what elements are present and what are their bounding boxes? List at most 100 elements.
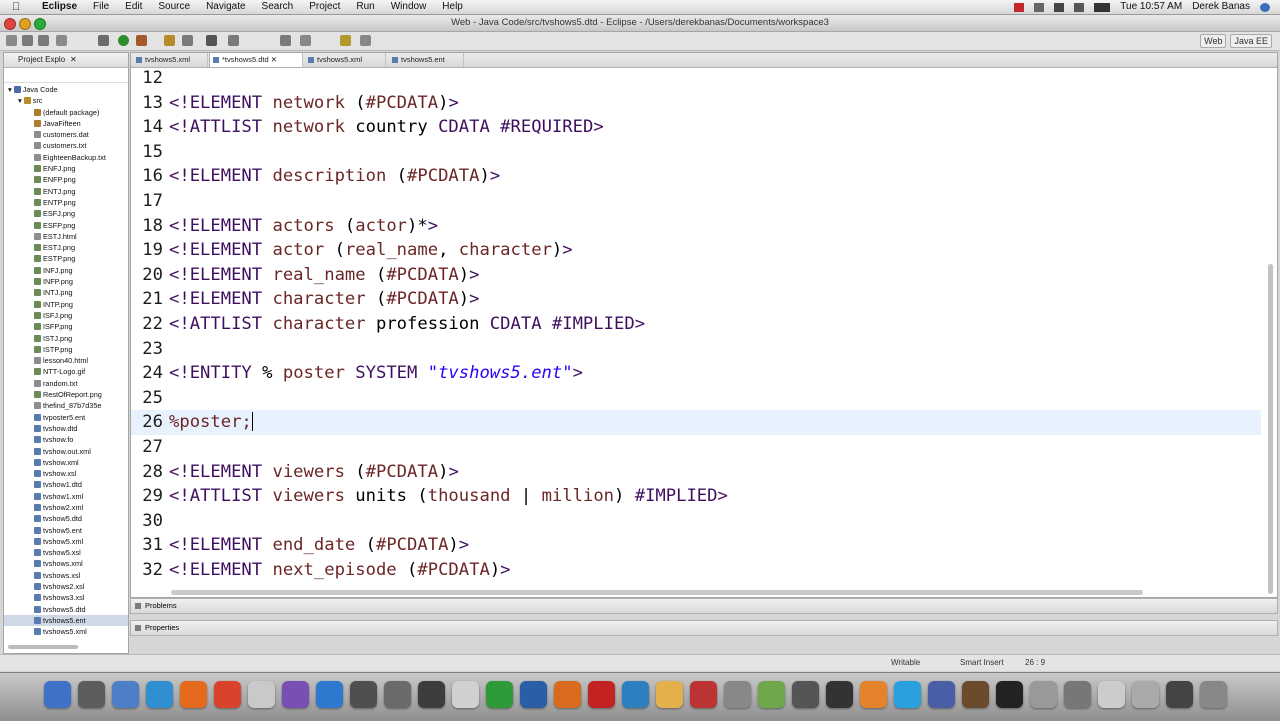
dock-app-icon[interactable] <box>520 681 547 708</box>
tree-item[interactable]: tvshow.dtd <box>4 423 128 434</box>
expand-arrow-icon[interactable]: ▾ <box>8 85 12 94</box>
dock-app-icon[interactable] <box>792 681 819 708</box>
editor-tab[interactable]: tvshows5.xml <box>133 53 208 67</box>
external-tools-icon[interactable] <box>136 35 147 46</box>
dock-app-icon[interactable] <box>282 681 309 708</box>
tree-item[interactable]: ISTP.png <box>4 344 128 355</box>
code-line[interactable]: 21 <!ELEMENT character (#PCDATA)> <box>131 287 1261 312</box>
tree-item[interactable]: INTJ.png <box>4 287 128 298</box>
editor-tab[interactable]: tvshows5.ent <box>389 53 464 67</box>
code-line[interactable]: 32 <!ELEMENT next_episode (#PCDATA)> <box>131 558 1261 583</box>
tree-item[interactable]: tvshow5.ent <box>4 525 128 536</box>
dock-app-icon[interactable] <box>418 681 445 708</box>
search-icon[interactable] <box>206 35 217 46</box>
dock-app-icon[interactable] <box>112 681 139 708</box>
tree-item[interactable]: ENTP.png <box>4 197 128 208</box>
run-icon[interactable] <box>118 35 129 46</box>
next-annotation-icon[interactable] <box>300 35 311 46</box>
code-line[interactable]: 18 <!ELEMENT actors (actor)*> <box>131 214 1261 239</box>
menu-run[interactable]: Run <box>348 0 382 14</box>
dock-app-icon[interactable] <box>1064 681 1091 708</box>
tree-item[interactable]: tvshows.xml <box>4 558 128 569</box>
expand-arrow-icon[interactable]: ▾ <box>18 96 22 105</box>
tree-item[interactable]: RestOfReport.png <box>4 389 128 400</box>
code-line[interactable]: 17 <box>131 189 1261 214</box>
tree-item[interactable]: ENFP.png <box>4 174 128 185</box>
dock-app-icon[interactable] <box>1132 681 1159 708</box>
menu-source[interactable]: Source <box>150 0 198 14</box>
menu-clock[interactable]: Tue 10:57 AM <box>1120 0 1182 14</box>
code-line[interactable]: 12 <box>131 68 1261 91</box>
code-line[interactable]: 19 <!ELEMENT actor (real_name, character)… <box>131 238 1261 263</box>
dock-app-icon[interactable] <box>758 681 785 708</box>
line-text[interactable]: <!ELEMENT actor (real_name, character)> <box>169 238 573 263</box>
tree-item[interactable]: tvshows5.ent <box>4 614 128 627</box>
tree-item[interactable]: (default package) <box>4 107 128 118</box>
tree-item[interactable]: ENTJ.png <box>4 186 128 197</box>
code-line[interactable]: 27 <box>131 435 1261 460</box>
battery-icon[interactable] <box>1094 2 1111 12</box>
dock-app-icon[interactable] <box>146 681 173 708</box>
record-icon[interactable] <box>1014 2 1025 12</box>
line-text[interactable]: <!ENTITY % poster SYSTEM "tvshows5.ent"> <box>169 361 583 386</box>
menu-edit[interactable]: Edit <box>117 0 150 14</box>
code-line[interactable]: 26 %poster; <box>131 410 1261 435</box>
line-text[interactable]: <!ELEMENT real_name (#PCDATA)> <box>169 263 479 288</box>
menu-project[interactable]: Project <box>301 0 348 14</box>
tree-item[interactable]: tvshows3.xsl <box>4 592 128 603</box>
line-text[interactable]: <!ATTLIST viewers units (thousand | mill… <box>169 484 728 509</box>
editor-horizontal-scrollbar[interactable] <box>171 590 1143 595</box>
editor-tab[interactable]: tvshows5.xml <box>305 53 386 67</box>
line-text[interactable]: <!ELEMENT character (#PCDATA)> <box>169 287 479 312</box>
tree-item[interactable]: tvshows5.xml <box>4 626 128 637</box>
annotation-icon[interactable] <box>228 35 239 46</box>
menu-help[interactable]: Help <box>434 0 471 14</box>
tree-item[interactable]: customers.dat <box>4 129 128 140</box>
line-text[interactable]: <!ELEMENT end_date (#PCDATA)> <box>169 533 469 558</box>
dock-app-icon[interactable] <box>962 681 989 708</box>
tree-item[interactable]: EighteenBackup.txt <box>4 152 128 163</box>
properties-view[interactable]: Properties <box>130 620 1278 636</box>
tree-item[interactable]: ESTJ.png <box>4 242 128 253</box>
tree-item[interactable]: ESFP.png <box>4 220 128 231</box>
tree-item[interactable]: tvshows2.xsl <box>4 581 128 592</box>
close-view-icon[interactable]: ✕ <box>70 53 77 67</box>
line-text[interactable]: <!ELEMENT actors (actor)*> <box>169 214 438 239</box>
code-line[interactable]: 28 <!ELEMENT viewers (#PCDATA)> <box>131 460 1261 485</box>
tree-item[interactable]: INFP.png <box>4 276 128 287</box>
perspective-java-ee[interactable]: Java EE <box>1230 34 1272 48</box>
dock-app-icon[interactable] <box>452 681 479 708</box>
debug-icon[interactable] <box>98 35 109 46</box>
scroll-thumb[interactable] <box>1268 264 1273 594</box>
apple-menu-icon[interactable]:  <box>12 0 20 14</box>
code-line[interactable]: 22 <!ATTLIST character profession CDATA #… <box>131 312 1261 337</box>
code-line[interactable]: 23 <box>131 337 1261 362</box>
line-text[interactable]: <!ATTLIST network country CDATA #REQUIRE… <box>169 115 604 140</box>
forward-icon[interactable] <box>360 35 371 46</box>
code-line[interactable]: 13 <!ELEMENT network (#PCDATA)> <box>131 91 1261 116</box>
dock-app-icon[interactable] <box>1098 681 1125 708</box>
code-line[interactable]: 30 <box>131 509 1261 534</box>
editor-tab[interactable]: *tvshows5.dtd ✕ <box>209 53 303 67</box>
code-line[interactable]: 14 <!ATTLIST network country CDATA #REQUI… <box>131 115 1261 140</box>
dock-app-icon[interactable] <box>622 681 649 708</box>
new-icon[interactable] <box>6 35 17 46</box>
menu-app[interactable]: Eclipse <box>34 0 85 14</box>
spotlight-icon[interactable] <box>1260 2 1270 12</box>
tree-item[interactable]: thefind_87b7d35e <box>4 400 128 411</box>
dock-app-icon[interactable] <box>384 681 411 708</box>
tree-item[interactable]: JavaFifteen <box>4 118 128 129</box>
menu-search[interactable]: Search <box>254 0 302 14</box>
dock-app-icon[interactable] <box>248 681 275 708</box>
tree-item[interactable]: ISTJ.png <box>4 333 128 344</box>
sync-icon[interactable] <box>1034 2 1045 12</box>
dock-app-icon[interactable] <box>554 681 581 708</box>
problems-view[interactable]: Problems <box>130 598 1278 614</box>
dock-app-icon[interactable] <box>588 681 615 708</box>
dock-app-icon[interactable] <box>826 681 853 708</box>
editor-vertical-scrollbar[interactable] <box>1266 69 1275 594</box>
dock-app-icon[interactable] <box>1200 681 1227 708</box>
tree-item[interactable]: tvshow2.xml <box>4 502 128 513</box>
tree-item[interactable]: random.txt <box>4 378 128 389</box>
tree-item[interactable]: tvshow.out.xml <box>4 446 128 457</box>
